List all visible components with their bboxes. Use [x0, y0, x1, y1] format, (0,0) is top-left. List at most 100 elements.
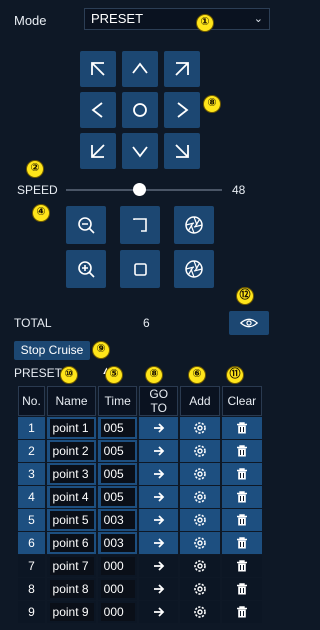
preset-name-input[interactable]: point 2	[49, 442, 94, 460]
trash-icon	[236, 606, 247, 618]
preset-name-input[interactable]: point 5	[49, 511, 94, 529]
goto-button[interactable]	[139, 440, 179, 462]
clear-preset-button[interactable]	[221, 578, 262, 600]
arrow-right-icon	[153, 492, 164, 503]
clear-preset-button[interactable]	[221, 532, 262, 554]
table-row[interactable]: 9 point 9 000	[18, 601, 262, 623]
add-preset-button[interactable]	[180, 578, 220, 600]
callout-3: ⑧	[203, 95, 221, 113]
add-preset-button[interactable]	[180, 440, 220, 462]
zoom-in-icon	[78, 261, 95, 278]
preset-name-input[interactable]: point 9	[49, 603, 94, 621]
goto-button[interactable]	[139, 417, 179, 439]
pan-down-right-button[interactable]	[164, 133, 200, 169]
arrow-down-right-icon	[175, 144, 189, 158]
iris-close-button[interactable]	[174, 250, 214, 288]
pan-up-right-button[interactable]	[164, 51, 200, 87]
focus-near-button[interactable]	[120, 250, 160, 288]
preset-time-input[interactable]: 003	[100, 534, 135, 552]
row-number: 4	[18, 486, 45, 508]
goto-button[interactable]	[139, 509, 179, 531]
iris-open-button[interactable]	[174, 206, 214, 244]
table-row[interactable]: 8 point 8 000	[18, 578, 262, 600]
add-preset-button[interactable]	[180, 463, 220, 485]
clear-preset-button[interactable]	[221, 417, 262, 439]
pan-right-button[interactable]	[164, 92, 200, 128]
arrow-right-icon	[153, 538, 164, 549]
preset-time-input[interactable]: 005	[100, 488, 135, 506]
chevron-down-icon: ⌄	[253, 13, 263, 25]
tilt-down-button[interactable]	[122, 133, 158, 169]
goto-button[interactable]	[139, 601, 179, 623]
clear-preset-button[interactable]	[221, 601, 262, 623]
add-preset-button[interactable]	[180, 532, 220, 554]
table-row[interactable]: 5 point 5 003	[18, 509, 262, 531]
row-number: 7	[18, 555, 45, 577]
clear-preset-button[interactable]	[221, 509, 262, 531]
clear-preset-button[interactable]	[221, 463, 262, 485]
trash-icon	[236, 445, 247, 457]
arrow-right-icon	[153, 584, 164, 595]
pan-down-left-button[interactable]	[80, 133, 116, 169]
add-preset-button[interactable]	[180, 601, 220, 623]
table-row[interactable]: 7 point 7 000	[18, 555, 262, 577]
clear-preset-button[interactable]	[221, 486, 262, 508]
clear-preset-button[interactable]	[221, 555, 262, 577]
goto-button[interactable]	[139, 578, 179, 600]
zoom-in-button[interactable]	[66, 250, 106, 288]
focus-far-button[interactable]	[120, 206, 160, 244]
arrow-right-icon	[153, 561, 164, 572]
table-row[interactable]: 4 point 4 005	[18, 486, 262, 508]
row-number: 3	[18, 463, 45, 485]
pan-up-left-button[interactable]	[80, 51, 116, 87]
add-preset-button[interactable]	[180, 417, 220, 439]
table-row[interactable]: 2 point 2 005	[18, 440, 262, 462]
arrow-right-icon	[153, 515, 164, 526]
pan-left-button[interactable]	[80, 92, 116, 128]
preset-time-input[interactable]: 000	[100, 580, 135, 598]
preset-time-input[interactable]: 000	[100, 603, 135, 621]
goto-button[interactable]	[139, 555, 179, 577]
trash-icon	[236, 514, 247, 526]
gear-icon	[194, 606, 206, 619]
preset-name-input[interactable]: point 6	[49, 534, 94, 552]
callout-2: ②	[26, 160, 44, 178]
preset-name-input[interactable]: point 4	[49, 488, 94, 506]
add-preset-button[interactable]	[180, 555, 220, 577]
stop-cruise-button[interactable]: Stop Cruise	[14, 341, 90, 360]
preset-time-input[interactable]: 005	[100, 465, 135, 483]
gear-icon	[194, 560, 206, 573]
gear-icon	[194, 422, 206, 435]
preset-time-input[interactable]: 003	[100, 511, 135, 529]
preset-name-input[interactable]: point 8	[49, 580, 94, 598]
zoom-out-button[interactable]	[66, 206, 106, 244]
table-row[interactable]: 3 point 3 005	[18, 463, 262, 485]
tilt-up-button[interactable]	[122, 51, 158, 87]
preset-time-input[interactable]: 000	[100, 557, 135, 575]
goto-button[interactable]	[139, 463, 179, 485]
mode-select[interactable]: PRESET ⌄	[84, 8, 270, 30]
preset-name-input[interactable]: point 7	[49, 557, 94, 575]
preset-time-input[interactable]: 005	[100, 442, 135, 460]
callout-8: ⑧	[145, 366, 163, 384]
column-header-add: Add	[180, 386, 220, 416]
clear-preset-button[interactable]	[221, 440, 262, 462]
view-presets-button[interactable]	[229, 311, 269, 335]
goto-button[interactable]	[139, 532, 179, 554]
gear-icon	[194, 514, 206, 527]
table-row[interactable]: 6 point 6 003	[18, 532, 262, 554]
add-preset-button[interactable]	[180, 486, 220, 508]
ptz-home-button[interactable]	[122, 92, 158, 128]
preset-name-input[interactable]: point 1	[49, 419, 94, 437]
gear-icon	[194, 537, 206, 550]
column-header-time: Time	[98, 386, 138, 416]
speed-slider-handle[interactable]	[133, 183, 146, 196]
preset-time-input[interactable]: 005	[100, 419, 135, 437]
column-header-no: No.	[18, 386, 45, 416]
row-number: 6	[18, 532, 45, 554]
table-row[interactable]: 1 point 1 005	[18, 417, 262, 439]
add-preset-button[interactable]	[180, 509, 220, 531]
goto-button[interactable]	[139, 486, 179, 508]
table-header-row: No. Name Time GO TO Add Clear	[18, 386, 262, 416]
preset-name-input[interactable]: point 3	[49, 465, 94, 483]
